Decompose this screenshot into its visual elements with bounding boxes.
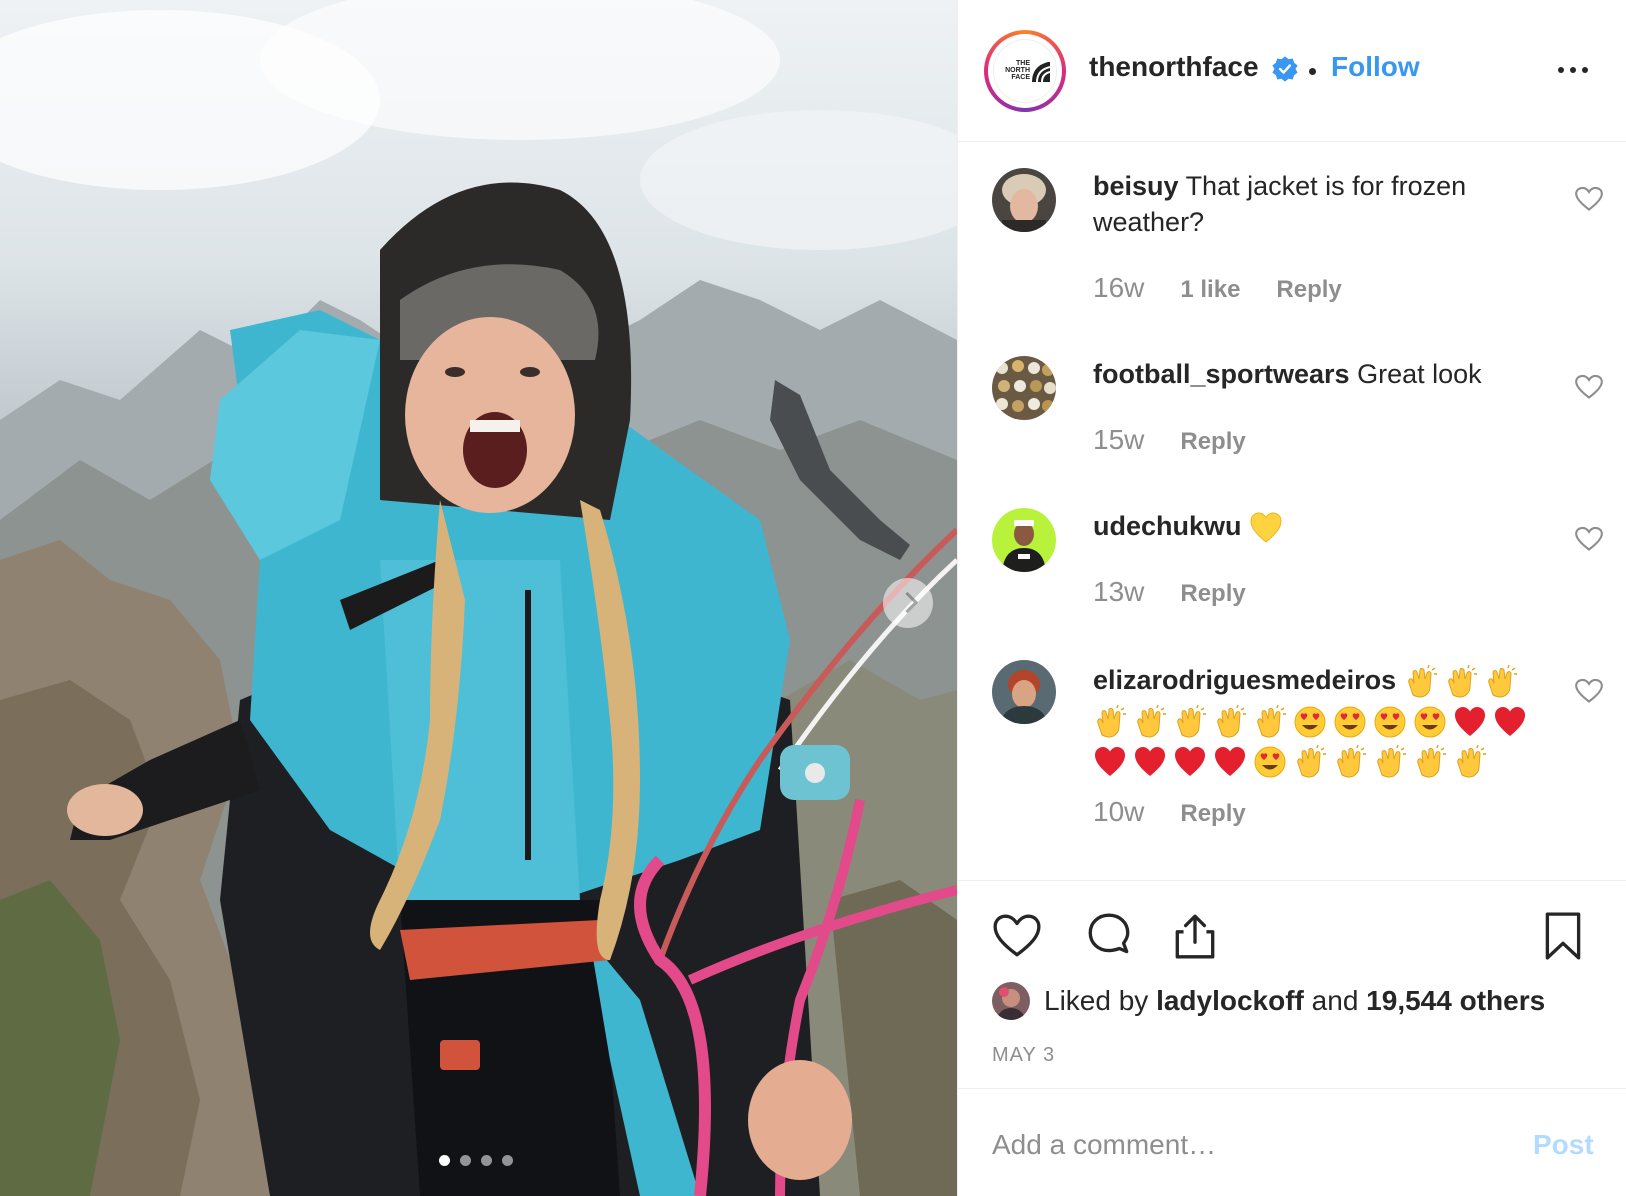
clap-emoji-icon: [1333, 744, 1367, 779]
post-photo-illustration: [0, 0, 957, 1196]
share-icon[interactable]: [1170, 911, 1220, 961]
brand-logo: THE NORTH FACE: [993, 39, 1057, 103]
clap-emoji-icon: [1253, 704, 1287, 739]
red-heart-emoji-icon: [1133, 745, 1167, 779]
comment-time[interactable]: 15w: [1093, 424, 1144, 456]
liked-by-conjunction: and: [1311, 985, 1359, 1016]
clap-emoji-icon: [1444, 664, 1478, 699]
red-heart-emoji-icon: [1173, 745, 1207, 779]
comment-like-heart-icon[interactable]: [1575, 678, 1603, 704]
liked-by-avatar[interactable]: [992, 982, 1030, 1020]
separator-dot: [1309, 68, 1316, 75]
add-comment-bar: Post: [958, 1088, 1626, 1196]
clap-emoji-icon: [1484, 664, 1518, 699]
comment-reply-button[interactable]: Reply: [1180, 580, 1245, 608]
carousel-dot-1: [439, 1155, 450, 1166]
carousel-dot-2: [460, 1155, 471, 1166]
post-comment-button[interactable]: Post: [1533, 1129, 1594, 1161]
liked-by-others[interactable]: 19,544 others: [1366, 985, 1545, 1017]
yellow-heart-icon: [1250, 512, 1282, 543]
comment-reply-button[interactable]: Reply: [1180, 428, 1245, 456]
comment-username[interactable]: beisuy: [1093, 171, 1179, 201]
liked-by-summary: Liked by ladylockoff and 19,544 others: [992, 981, 1545, 1021]
comment-text: football_sportwears Great look: [1093, 356, 1563, 392]
author-username[interactable]: thenorthface: [1089, 51, 1259, 83]
commenter-avatar[interactable]: [992, 508, 1056, 572]
heart-eyes-emoji-icon: [1253, 745, 1287, 779]
clap-emoji-icon: [1373, 744, 1407, 779]
comment-like-count[interactable]: 1 like: [1180, 276, 1240, 304]
comment-meta: 15w Reply: [1093, 424, 1282, 456]
comment-text: udechukwu: [1093, 508, 1563, 545]
heart-eyes-emoji-icon: [1333, 705, 1367, 739]
clap-emoji-icon: [1133, 704, 1167, 739]
comment-time[interactable]: 13w: [1093, 576, 1144, 608]
like-heart-icon[interactable]: [992, 911, 1042, 961]
comment-meta: 16w 1 like Reply: [1093, 272, 1378, 304]
comment-username[interactable]: elizarodriguesmedeiros: [1093, 665, 1396, 695]
carousel-indicator: [439, 1155, 513, 1166]
carousel-dot-3: [481, 1155, 492, 1166]
comment-time[interactable]: 10w: [1093, 796, 1144, 828]
comment-reply-button[interactable]: Reply: [1276, 276, 1341, 304]
post-photo[interactable]: [0, 0, 957, 1196]
comment-text: beisuy That jacket is for frozen weather…: [1093, 168, 1563, 240]
post-side-panel: THE NORTH FACE thenorthface Follow beisu…: [957, 0, 1626, 1196]
comment-text: elizarodriguesmedeiros: [1093, 660, 1563, 780]
liked-by-user[interactable]: ladylockoff: [1156, 985, 1304, 1017]
comment-like-heart-icon[interactable]: [1575, 186, 1603, 212]
comment-username[interactable]: udechukwu: [1093, 511, 1242, 541]
comment-time[interactable]: 16w: [1093, 272, 1144, 304]
clap-emoji-icon: [1404, 664, 1438, 699]
more-options-icon[interactable]: [1558, 60, 1598, 80]
post-actions: Liked by ladylockoff and 19,544 others M…: [958, 880, 1626, 1090]
commenter-avatar[interactable]: [992, 660, 1056, 724]
clap-emoji-icon: [1173, 704, 1207, 739]
comment-like-heart-icon[interactable]: [1575, 374, 1603, 400]
post-header: THE NORTH FACE thenorthface Follow: [958, 0, 1626, 142]
comment-username[interactable]: football_sportwears: [1093, 359, 1350, 389]
clap-emoji-icon: [1453, 744, 1487, 779]
clap-emoji-icon: [1413, 744, 1447, 779]
comment-content: Great look: [1357, 359, 1482, 389]
red-heart-emoji-icon: [1453, 705, 1487, 739]
post-date[interactable]: MAY 3: [992, 1044, 1055, 1067]
save-bookmark-icon[interactable]: [1538, 911, 1588, 961]
heart-eyes-emoji-icon: [1373, 705, 1407, 739]
carousel-next-button[interactable]: [883, 578, 933, 628]
heart-eyes-emoji-icon: [1413, 705, 1447, 739]
comment-reply-button[interactable]: Reply: [1180, 800, 1245, 828]
liked-by-prefix: Liked by: [1044, 985, 1149, 1016]
heart-eyes-emoji-icon: [1293, 705, 1327, 739]
comment-bubble-icon[interactable]: [1084, 911, 1134, 961]
comment-meta: 13w Reply: [1093, 576, 1282, 608]
red-heart-emoji-icon: [1093, 745, 1127, 779]
commenter-avatar[interactable]: [992, 356, 1056, 420]
add-comment-input[interactable]: [992, 1125, 1492, 1165]
clap-emoji-icon: [1293, 744, 1327, 779]
clap-emoji-icon: [1093, 704, 1127, 739]
comment-like-heart-icon[interactable]: [1575, 526, 1603, 552]
red-heart-emoji-icon: [1213, 745, 1247, 779]
comment-meta: 10w Reply: [1093, 796, 1282, 828]
carousel-dot-4: [502, 1155, 513, 1166]
verified-badge-icon: [1272, 56, 1298, 82]
brand-logo-text: THE NORTH FACE: [1005, 60, 1030, 81]
clap-emoji-icon: [1213, 704, 1247, 739]
commenter-avatar[interactable]: [992, 168, 1056, 232]
author-avatar[interactable]: THE NORTH FACE: [984, 30, 1066, 112]
follow-button[interactable]: Follow: [1331, 51, 1420, 83]
north-face-logo-icon: [1032, 62, 1050, 82]
red-heart-emoji-icon: [1493, 705, 1527, 739]
